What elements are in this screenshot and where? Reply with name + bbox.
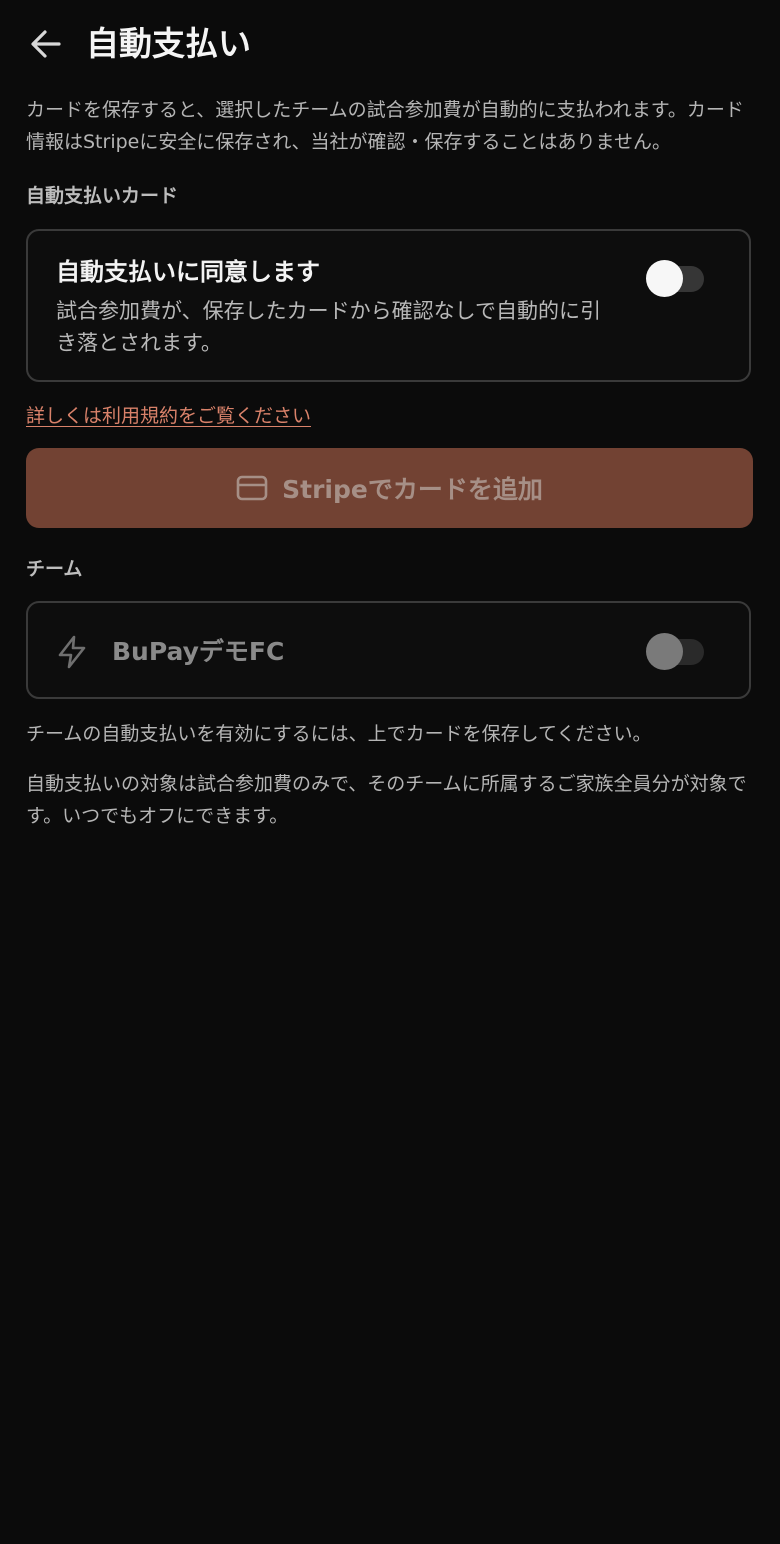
toggle-knob [646, 260, 683, 297]
lightning-icon [58, 635, 86, 669]
team-section-label: チーム [26, 558, 83, 580]
add-card-stripe-button[interactable]: Stripeでカードを追加 [26, 448, 753, 528]
terms-link[interactable]: 詳しくは利用規約をご覧ください [26, 402, 311, 430]
enable-hint-text: チームの自動支払いを有効にするには、上でカードを保存してください。 [26, 723, 652, 745]
app-header: 自動支払い [0, 0, 780, 90]
back-button[interactable] [22, 24, 70, 64]
consent-toggle[interactable] [646, 260, 708, 297]
card-section-label: 自動支払いカード [26, 185, 179, 207]
team-toggle[interactable] [646, 633, 708, 670]
consent-card: 自動支払いに同意します 試合参加費が、保存したカードから確認なしで自動的に引き落… [26, 229, 751, 382]
scope-info-text: 自動支払いの対象は試合参加費のみで、そのチームに所属するご家族全員分が対象です。… [26, 773, 747, 827]
page-title: 自動支払い [86, 24, 251, 63]
consent-title: 自動支払いに同意します [56, 258, 320, 286]
credit-card-icon [236, 475, 268, 501]
team-row: BuPayデモFC [26, 601, 751, 699]
toggle-knob [646, 633, 683, 670]
team-name: BuPayデモFC [112, 637, 285, 666]
add-card-label: Stripeでカードを追加 [282, 475, 543, 504]
arrow-left-icon [31, 30, 61, 58]
intro-text: カードを保存すると、選択したチームの試合参加費が自動的に支払われます。カード情報… [26, 99, 744, 153]
consent-description: 試合参加費が、保存したカードから確認なしで自動的に引き落とされます。 [56, 299, 601, 355]
